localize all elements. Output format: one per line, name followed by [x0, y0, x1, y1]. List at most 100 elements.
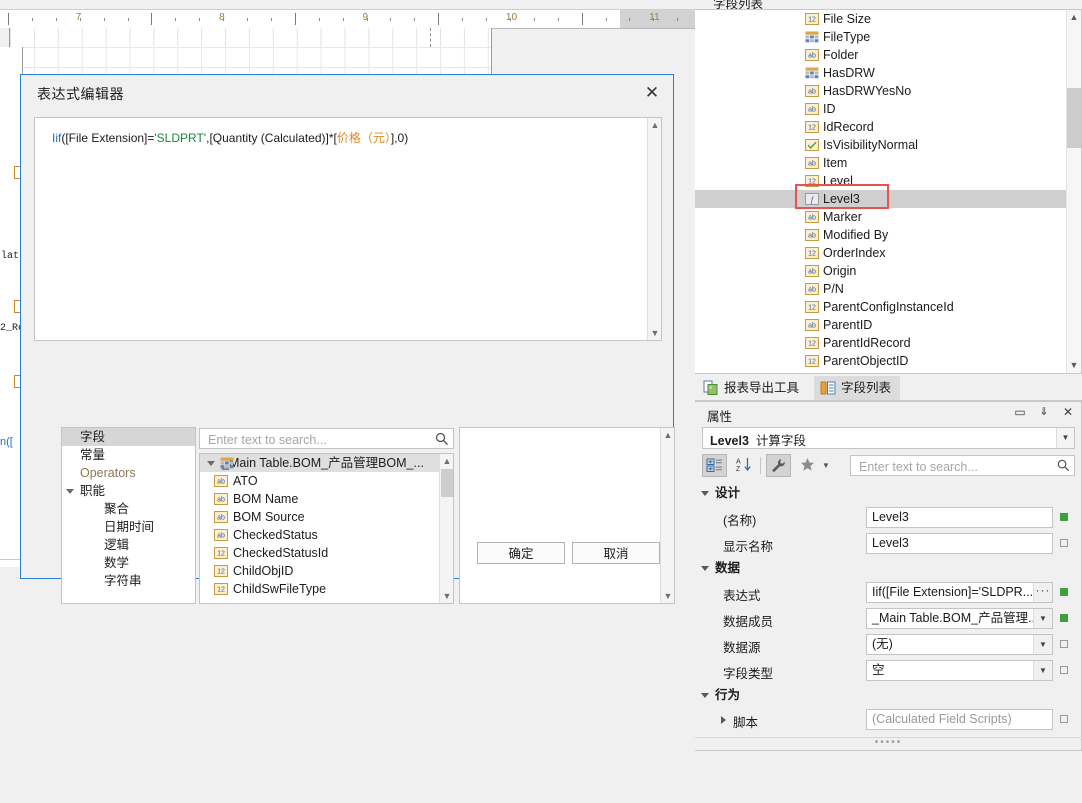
- field-tree-item[interactable]: ab ATO: [200, 472, 453, 490]
- expression-category-item[interactable]: 职能: [62, 482, 195, 500]
- object-selector-chevron-down-icon[interactable]: ▼: [1056, 428, 1074, 448]
- property-value-field[interactable]: Level3: [866, 507, 1053, 528]
- tab-export-tool[interactable]: 报表导出工具: [697, 376, 808, 400]
- properties-search-box[interactable]: [850, 455, 1075, 476]
- property-group-header[interactable]: 设计: [695, 482, 1082, 505]
- collapse-arrow-icon[interactable]: [701, 566, 709, 571]
- expression-scrollbar[interactable]: ▲ ▼: [647, 118, 661, 340]
- ok-button[interactable]: 确定: [477, 542, 565, 564]
- desc-scroll-down-icon[interactable]: ▼: [661, 589, 675, 603]
- properties-search-icon[interactable]: [1056, 458, 1071, 473]
- field-tree-item[interactable]: ab CheckedStatus: [200, 526, 453, 544]
- field-list-item[interactable]: ab Origin: [695, 262, 1081, 280]
- panel-gripper[interactable]: •••••: [695, 737, 1082, 750]
- property-modified-marker[interactable]: [1060, 513, 1068, 521]
- field-tree-item[interactable]: ab BOM Source: [200, 508, 453, 526]
- field-tree-item[interactable]: 12 ChildObjID: [200, 562, 453, 580]
- field-list-item[interactable]: 12 Level: [695, 172, 1081, 190]
- expand-arrow-icon[interactable]: [207, 461, 215, 466]
- restore-icon[interactable]: ▭: [1013, 405, 1027, 420]
- property-value-field[interactable]: (无) ▼: [866, 634, 1053, 655]
- chevron-down-icon[interactable]: ▼: [1033, 609, 1052, 628]
- expression-category-item[interactable]: Operators: [62, 464, 195, 482]
- scroll-up-icon[interactable]: ▲: [648, 118, 662, 132]
- property-value-field[interactable]: (Calculated Field Scripts): [866, 709, 1053, 730]
- field-list-scrollbar[interactable]: ▲ ▼: [1066, 10, 1081, 373]
- field-tree-scrollbar[interactable]: ▲ ▼: [439, 454, 453, 603]
- field-list-item[interactable]: ab P/N: [695, 280, 1081, 298]
- field-tree-pane[interactable]: _Main Table.BOM_产品管理BOM_... ab ATO ab BOM Na…: [199, 453, 454, 604]
- properties-search-input[interactable]: [857, 458, 1049, 475]
- property-modified-marker[interactable]: [1060, 640, 1068, 648]
- fl-scroll-thumb[interactable]: [1067, 88, 1081, 148]
- wrench-icon[interactable]: [766, 454, 791, 477]
- field-list-item[interactable]: 12 File Size: [695, 10, 1081, 28]
- chevron-down-icon[interactable]: ▼: [1033, 661, 1052, 680]
- expression-category-item[interactable]: 日期时间: [62, 518, 195, 536]
- expression-category-item[interactable]: 数学: [62, 554, 195, 572]
- expand-arrow-icon[interactable]: [66, 489, 74, 497]
- property-value-field[interactable]: Level3: [866, 533, 1053, 554]
- expression-category-item[interactable]: 字段: [62, 428, 195, 446]
- expression-textarea[interactable]: Iif([File Extension]='SLDPRT',[Quantity …: [34, 117, 662, 341]
- categorized-icon[interactable]: [702, 454, 727, 477]
- field-list-item[interactable]: ab ID: [695, 100, 1081, 118]
- tree-scroll-up-icon[interactable]: ▲: [440, 454, 454, 468]
- field-tree-root[interactable]: _Main Table.BOM_产品管理BOM_...: [200, 454, 453, 472]
- alphabetical-sort-icon[interactable]: A Z: [731, 454, 756, 477]
- desc-scroll-up-icon[interactable]: ▲: [661, 428, 675, 442]
- property-modified-marker[interactable]: [1060, 539, 1068, 547]
- field-list-item[interactable]: ab Item: [695, 154, 1081, 172]
- field-list-item[interactable]: HasDRW: [695, 64, 1081, 82]
- close-icon[interactable]: ✕: [639, 81, 665, 105]
- property-group-header[interactable]: 行为: [695, 684, 1082, 707]
- property-modified-marker[interactable]: [1060, 588, 1068, 596]
- description-scrollbar[interactable]: ▲ ▼: [660, 428, 674, 603]
- expand-arrow-icon[interactable]: [721, 716, 726, 724]
- field-tree-item[interactable]: ab BOM Name: [200, 490, 453, 508]
- field-search-input[interactable]: [206, 431, 425, 449]
- tab-field-list[interactable]: 字段列表: [814, 376, 901, 400]
- pin-icon[interactable]: ⇓: [1037, 405, 1051, 420]
- ellipsis-button[interactable]: ···: [1033, 583, 1052, 602]
- collapse-arrow-icon[interactable]: [701, 693, 709, 698]
- expression-category-item[interactable]: 逻辑: [62, 536, 195, 554]
- field-list-item[interactable]: ab Marker: [695, 208, 1081, 226]
- field-tree-item[interactable]: 12 CheckedStatusId: [200, 544, 453, 562]
- collapse-arrow-icon[interactable]: [701, 491, 709, 496]
- field-list-item[interactable]: ab Modified By: [695, 226, 1081, 244]
- field-list-item[interactable]: f Level3: [695, 190, 1081, 208]
- property-modified-marker[interactable]: [1060, 614, 1068, 622]
- property-modified-marker[interactable]: [1060, 666, 1068, 674]
- property-value-field[interactable]: Iif([File Extension]='SLDPR... ···: [866, 582, 1053, 603]
- field-list-panel[interactable]: 12 File Size FileType ab Folder HasDRW ab HasDR…: [695, 9, 1082, 374]
- field-tree-item[interactable]: 12 ChildSwFileType: [200, 580, 453, 598]
- fl-scroll-up-icon[interactable]: ▲: [1067, 10, 1081, 25]
- close-panel-icon[interactable]: ✕: [1061, 405, 1075, 420]
- field-search-box[interactable]: [199, 428, 454, 449]
- fl-scroll-down-icon[interactable]: ▼: [1067, 358, 1081, 373]
- field-list-item[interactable]: 12 IdRecord: [695, 118, 1081, 136]
- tree-scroll-thumb[interactable]: [441, 469, 453, 497]
- chevron-down-icon[interactable]: ▼: [1033, 635, 1052, 654]
- scroll-down-icon[interactable]: ▼: [648, 326, 662, 340]
- field-list-item[interactable]: 12 OrderIndex: [695, 244, 1081, 262]
- property-value-field[interactable]: 空 ▼: [866, 660, 1053, 681]
- expression-category-item[interactable]: 聚合: [62, 500, 195, 518]
- tree-scroll-down-icon[interactable]: ▼: [440, 589, 454, 603]
- property-modified-marker[interactable]: [1060, 715, 1068, 723]
- field-list-item[interactable]: 12 ParentIdRecord: [695, 334, 1081, 352]
- property-group-header[interactable]: 数据: [695, 557, 1082, 580]
- object-selector[interactable]: Level3 计算字段 ▼: [702, 427, 1075, 449]
- field-list-item[interactable]: IsVisibilityNormal: [695, 136, 1081, 154]
- expression-category-item[interactable]: 常量: [62, 446, 195, 464]
- field-list-item[interactable]: FileType: [695, 28, 1081, 46]
- field-list-item[interactable]: 12 ParentObjectID: [695, 352, 1081, 370]
- field-list-item[interactable]: ab ParentID: [695, 316, 1081, 334]
- expression-category-item[interactable]: 字符串: [62, 572, 195, 590]
- star-icon[interactable]: [795, 454, 820, 477]
- field-list-item[interactable]: ab Folder: [695, 46, 1081, 64]
- cancel-button[interactable]: 取消: [572, 542, 660, 564]
- field-list-item[interactable]: ab HasDRWYesNo: [695, 82, 1081, 100]
- property-value-field[interactable]: _Main Table.BOM_产品管理... ▼: [866, 608, 1053, 629]
